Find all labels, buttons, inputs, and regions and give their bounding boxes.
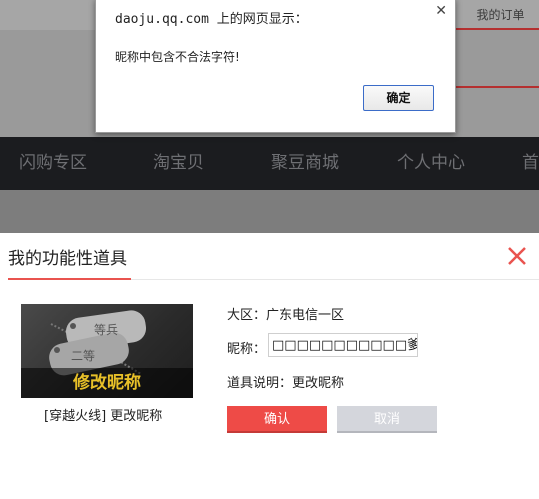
divider	[131, 279, 539, 280]
panel-title: 我的功能性道具	[8, 249, 127, 269]
header-divider	[455, 28, 539, 30]
nav-item-judou-mall[interactable]: 聚豆商城	[271, 137, 339, 190]
item-image: 等兵 二等 修改昵称	[21, 304, 193, 398]
description-label: 道具说明：	[227, 376, 293, 391]
nav-item-flash-sale[interactable]: 闪购专区	[19, 137, 87, 190]
title-underline	[8, 278, 131, 280]
item-panel: 我的功能性道具 等兵 二等 修改昵称 [穿越火线] 更改昵称 大区：广东电信一区…	[0, 233, 539, 499]
confirm-button[interactable]: 确认	[227, 406, 327, 433]
alert-message: 昵称中包含不合法字符!	[115, 50, 240, 64]
cancel-button[interactable]: 取消	[337, 406, 437, 433]
header-divider	[455, 86, 539, 88]
nav-item-home[interactable]: 首	[522, 137, 539, 190]
description-value: 更改昵称	[292, 376, 345, 391]
page-overlay-middle	[0, 190, 539, 233]
nickname-input[interactable]: □□□□□□□□□□□爹	[268, 333, 418, 357]
nav-item-personal-center[interactable]: 个人中心	[397, 137, 465, 190]
description-row: 道具说明：更改昵称	[227, 372, 344, 391]
close-icon[interactable]	[506, 245, 528, 267]
alert-title: daoju.qq.com 上的网页显示：	[115, 12, 308, 27]
close-icon[interactable]: ✕	[435, 4, 447, 18]
item-banner: 修改昵称	[21, 368, 193, 398]
server-value: 广东电信一区	[266, 308, 345, 323]
alert-dialog: daoju.qq.com 上的网页显示： ✕ 昵称中包含不合法字符! 确定	[95, 0, 456, 133]
tag-text: 二等	[71, 349, 95, 363]
server-label: 大区：	[227, 308, 267, 323]
nav-item-taobao[interactable]: 淘宝贝	[153, 137, 204, 190]
item-caption: [穿越火线] 更改昵称	[44, 409, 163, 424]
nickname-label: 昵称：	[227, 342, 267, 357]
server-row: 大区：广东电信一区	[227, 304, 344, 323]
tag-text: 等兵	[94, 323, 118, 337]
my-orders-link[interactable]: 我的订单	[462, 0, 539, 30]
ok-button[interactable]: 确定	[363, 85, 434, 111]
